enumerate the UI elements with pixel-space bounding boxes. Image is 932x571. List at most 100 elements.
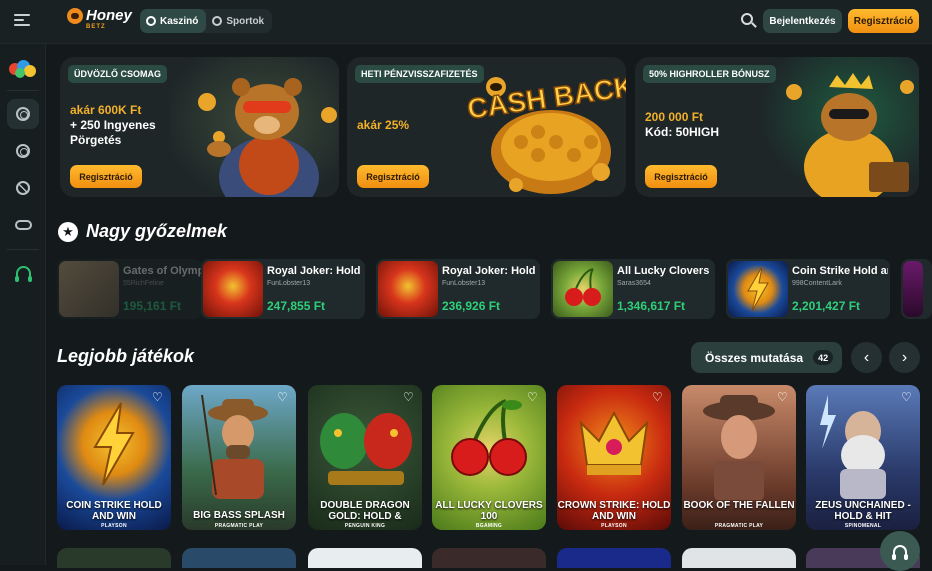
sidebar-item-casino[interactable] <box>7 99 39 129</box>
logo-subtext: BETZ <box>86 24 106 30</box>
live-casino-icon <box>16 144 30 158</box>
logo[interactable]: Honey BETZ <box>67 7 132 30</box>
favorite-heart-icon[interactable]: ♡ <box>403 391 415 403</box>
game-title: CROWN STRIKE: HOLD AND WIN <box>557 500 671 522</box>
game-thumbnail <box>903 261 923 317</box>
star-icon: ★ <box>58 222 78 242</box>
sidebar <box>0 44 46 565</box>
banner-tag: ÜDVÖZLŐ CSOMAG <box>68 65 167 83</box>
favorite-heart-icon[interactable]: ♡ <box>901 391 913 403</box>
banner-tag: 50% HIGHROLLER BÓNUSZ <box>643 65 776 83</box>
game-card-partial[interactable] <box>557 548 671 568</box>
divider <box>7 249 39 250</box>
win-amount: 1,346,617 Ft <box>617 299 686 313</box>
game-title: BOOK OF THE FALLEN <box>683 500 795 511</box>
support-headset-icon <box>14 265 32 282</box>
bear-logo-icon <box>67 8 83 24</box>
tab-sports[interactable]: Sportok <box>206 9 272 33</box>
win-amount: 236,926 Ft <box>442 299 501 313</box>
promo-icon[interactable] <box>9 59 37 79</box>
next-arrow-button[interactable]: › <box>889 342 920 373</box>
game-card-partial[interactable] <box>432 548 546 568</box>
game-provider: PLAYSON <box>601 523 627 529</box>
promo-banner-highroller[interactable]: 50% HIGHROLLER BÓNUSZ 200 000 Ft Kód: 50… <box>635 57 919 197</box>
banner-title: 200 000 Ft <box>645 110 704 124</box>
login-button[interactable]: Bejelentkezés <box>763 9 842 33</box>
game-thumbnail <box>728 261 788 317</box>
favorite-heart-icon[interactable]: ♡ <box>777 391 789 403</box>
big-win-item-partial[interactable] <box>901 259 932 319</box>
games-count-badge: 42 <box>813 350 834 365</box>
game-thumbnail <box>553 261 613 317</box>
game-title: ALL LUCKY CLOVERS 100 <box>435 500 543 522</box>
sports-ball-icon <box>16 181 30 195</box>
banner-register-button[interactable]: Regisztráció <box>645 165 717 188</box>
sidebar-item-support[interactable] <box>7 257 39 287</box>
bear-king-illustration <box>759 57 919 197</box>
chevron-right-icon: › <box>901 348 908 366</box>
favorite-heart-icon[interactable]: ♡ <box>527 391 539 403</box>
game-card[interactable]: ♡ BOOK OF THE FALLEN PRAGMATIC PLAY <box>682 385 796 530</box>
tab-label: Kaszinó <box>160 15 199 27</box>
chevron-left-icon: ‹ <box>863 348 870 366</box>
tab-casino[interactable]: Kaszinó <box>140 9 207 33</box>
divider <box>7 90 39 91</box>
game-title: COIN STRIKE HOLD AND WIN <box>66 500 162 522</box>
gamepad-icon <box>14 220 32 230</box>
sidebar-item-games[interactable] <box>7 210 39 240</box>
favorite-heart-icon[interactable]: ♡ <box>652 391 664 403</box>
big-win-item[interactable]: Royal Joker: Hold and Win FunLobster13 2… <box>201 259 365 319</box>
game-thumbnail <box>59 261 119 317</box>
menu-icon[interactable] <box>14 14 30 28</box>
promo-banner-welcome[interactable]: ÜDVÖZLŐ CSOMAG akár 600K Ft + 250 Ingyen… <box>60 57 339 197</box>
tab-label: Sportok <box>226 15 265 27</box>
favorite-heart-icon[interactable]: ♡ <box>277 391 289 403</box>
live-support-button[interactable] <box>880 531 920 571</box>
sidebar-item-sports[interactable] <box>7 173 39 203</box>
casino-chip-icon <box>16 107 30 121</box>
banner-register-button[interactable]: Regisztráció <box>70 165 142 188</box>
favorite-heart-icon[interactable]: ♡ <box>152 391 164 403</box>
banner-subtitle: + 250 Ingyenes Pörgetés <box>70 118 156 147</box>
banner-title: akár 25% <box>357 118 410 132</box>
game-title: ZEUS UNCHAINED - HOLD & HIT <box>815 500 911 522</box>
show-all-button[interactable]: Összes mutatása 42 <box>691 342 842 373</box>
big-win-item[interactable]: Coin Strike Hold and Win 998ContentLark … <box>726 259 890 319</box>
win-game-name: Coin Strike Hold and Win <box>792 265 888 277</box>
game-thumbnail <box>203 261 263 317</box>
register-button[interactable]: Regisztráció <box>848 9 919 33</box>
search-icon[interactable] <box>741 13 757 29</box>
game-card[interactable]: ♡ CROWN STRIKE: HOLD AND WIN PLAYSON <box>557 385 671 530</box>
win-game-name: Gates of Olympus <box>123 265 202 277</box>
game-provider: SPINOMENAL <box>844 523 882 529</box>
game-card-partial[interactable] <box>308 548 422 568</box>
promo-banner-cashback[interactable]: CASH BACK HETI PÉNZVISSZAFIZETÉS akár 25… <box>347 57 626 197</box>
big-wins-title: Nagy győzelmek <box>86 221 228 241</box>
game-card-partial[interactable] <box>57 548 171 568</box>
game-provider: PRAGMATIC PLAY <box>214 523 264 529</box>
big-win-item[interactable]: Royal Joker: Hold and Win FunLobster13 2… <box>376 259 540 319</box>
win-user: 998ContentLark <box>792 280 842 287</box>
win-amount: 195,161 Ft <box>123 299 182 313</box>
game-card[interactable]: ♡ BIG BASS SPLASH PRAGMATIC PLAY <box>182 385 296 530</box>
prev-arrow-button[interactable]: ‹ <box>851 342 882 373</box>
win-user: FunLobster13 <box>442 280 486 287</box>
sidebar-item-live-casino[interactable] <box>7 136 39 166</box>
game-card[interactable]: ♡ ZEUS UNCHAINED - HOLD & HIT SPINOMENAL <box>806 385 920 530</box>
game-card-partial[interactable] <box>182 548 296 568</box>
game-provider: PRAGMATIC PLAY <box>714 523 764 529</box>
logo-text: Honey <box>86 7 132 24</box>
win-game-name: All Lucky Clovers 100 <box>617 265 713 277</box>
win-game-name: Royal Joker: Hold and Win <box>442 265 538 277</box>
big-win-item[interactable]: Gates of Olympus 55RichFeline 195,161 Ft <box>57 259 202 319</box>
game-card-partial[interactable] <box>682 548 796 568</box>
win-user: 55RichFeline <box>123 280 164 287</box>
big-win-item[interactable]: All Lucky Clovers 100 Saras3654 1,346,61… <box>551 259 715 319</box>
game-provider: PENGUIN KING <box>344 523 386 529</box>
win-amount: 2,201,427 Ft <box>792 299 861 313</box>
game-card[interactable]: ♡ COIN STRIKE HOLD AND WIN PLAYSON <box>57 385 171 530</box>
win-user: FunLobster13 <box>267 280 311 287</box>
game-card[interactable]: ♡ DOUBLE DRAGON GOLD: HOLD & PENGUIN KIN… <box>308 385 422 530</box>
game-card[interactable]: ♡ ALL LUCKY CLOVERS 100 BGAMING <box>432 385 546 530</box>
banner-register-button[interactable]: Regisztráció <box>357 165 429 188</box>
